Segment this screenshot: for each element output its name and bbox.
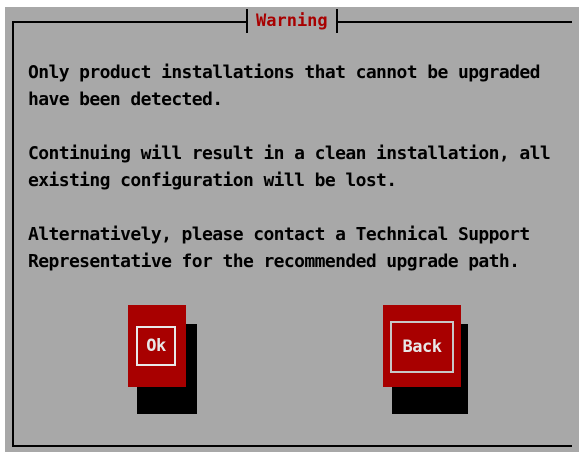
message-line-2: have been detected.	[28, 89, 223, 110]
ok-button[interactable]: Ok	[128, 305, 186, 387]
ok-button-label: Ok	[146, 336, 166, 356]
back-button-focus-box: Back	[390, 321, 454, 373]
dialog-title-bar: Warning	[246, 7, 338, 35]
message-line-5: Alternatively, please contact a Technica…	[28, 224, 530, 245]
message-line-3: Continuing will result in a clean instal…	[28, 143, 551, 164]
warning-dialog: Warning Only product installations that …	[5, 7, 579, 452]
back-button[interactable]: Back	[383, 305, 461, 387]
back-button-label: Back	[402, 337, 442, 357]
dialog-title: Warning	[248, 9, 336, 33]
message-line-6: Representative for the recommended upgra…	[28, 251, 520, 272]
title-right-bracket	[335, 9, 338, 33]
message-line-1: Only product installations that cannot b…	[28, 62, 540, 83]
message-line-4: existing configuration will be lost.	[28, 170, 397, 191]
ok-button-focus-box: Ok	[136, 326, 176, 366]
